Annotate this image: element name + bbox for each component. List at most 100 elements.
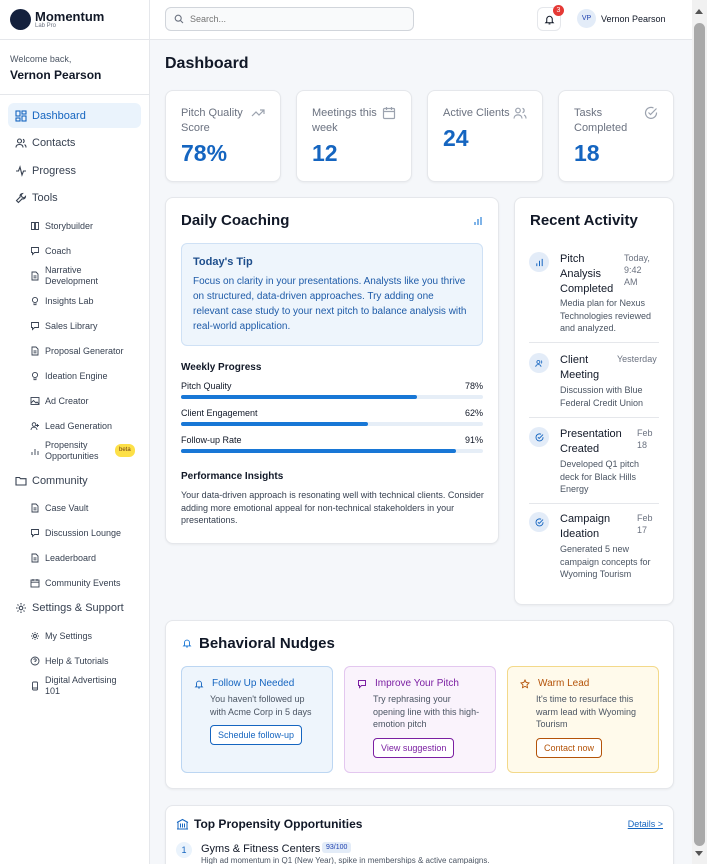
sidebar-item-ideation-engine[interactable]: Ideation Engine [30, 363, 149, 388]
sidebar-item-lead-generation[interactable]: Lead Generation [30, 413, 149, 438]
sub-item-label: Help & Tutorials [45, 655, 109, 666]
activity-desc: Discussion with Blue Federal Credit Unio… [560, 385, 644, 408]
activity-icon-wrap [529, 427, 549, 447]
logo[interactable]: Momentum Lab Pro [0, 0, 149, 40]
details-link[interactable]: Details > [628, 819, 663, 829]
recent-activity-card: Recent Activity Pitch Analysis Completed… [514, 197, 674, 605]
activity-item[interactable]: Pitch Analysis Completed Today, 9:42 AM … [529, 252, 659, 342]
top-opportunities-title: Top Propensity Opportunities [194, 817, 363, 831]
scroll-up-arrow-icon[interactable] [695, 9, 703, 14]
message-icon [358, 679, 366, 689]
activity-desc: Generated 5 new campaign concepts for Wy… [560, 544, 651, 579]
sidebar-item-settings-support[interactable]: Settings & Support [8, 596, 141, 621]
search-box[interactable] [165, 7, 414, 31]
nudge-title: Improve Your Pitch [375, 678, 459, 689]
activity-item[interactable]: Client Meeting Yesterday Discussion with… [529, 353, 659, 413]
daily-coaching-card: Daily Coaching Today's Tip Focus on clar… [165, 197, 499, 544]
message-icon [31, 246, 39, 256]
user-menu[interactable]: VP Vernon Pearson [577, 9, 666, 28]
progress-follow-up-rate: Follow-up Rate 91% [181, 435, 483, 453]
view-suggestion-button[interactable]: View suggestion [373, 737, 455, 758]
sidebar-item-dashboard[interactable]: Dashboard [8, 103, 141, 128]
recent-activity-title: Recent Activity [530, 212, 638, 229]
stat-label: Tasks Completed [574, 107, 628, 134]
logo-mark [10, 9, 31, 30]
weekly-progress-title: Weekly Progress [181, 362, 262, 373]
bar-chart-icon [474, 217, 482, 225]
activity-desc: Media plan for Nexus Technologies review… [560, 298, 652, 333]
progress-client-engagement: Client Engagement 62% [181, 408, 483, 426]
sub-item-label: Proposal Generator [45, 345, 124, 356]
activity-item[interactable]: Campaign Ideation Feb 17 Generated 5 new… [529, 512, 659, 582]
sidebar-item-digital-advertising[interactable]: Digital Advertising 101 [30, 673, 149, 698]
scrollbar[interactable] [692, 0, 707, 864]
welcome-user-name: Vernon Pearson [10, 68, 102, 82]
progress-track [181, 422, 483, 426]
opportunity-name[interactable]: Gyms & Fitness Centers [201, 843, 320, 855]
sidebar-item-community-events[interactable]: Community Events [30, 571, 149, 596]
welcome-greeting: Welcome back, [10, 54, 72, 64]
contact-now-button[interactable]: Contact now [536, 737, 603, 758]
opportunity-desc: High ad momentum in Q1 (New Year), spike… [201, 856, 490, 864]
dashboard-icon [15, 109, 27, 122]
progress-value: 78% [464, 381, 483, 391]
sidebar-item-coach[interactable]: Coach [30, 238, 149, 263]
stat-value: 78% [181, 140, 228, 166]
help-icon [30, 656, 40, 665]
sidebar-item-help-tutorials[interactable]: Help & Tutorials [30, 648, 149, 673]
app-name: Momentum [35, 8, 105, 24]
sub-item-label: Discussion Lounge [45, 528, 122, 538]
performance-insights-title: Performance Insights [181, 471, 284, 482]
sidebar-item-insights-lab[interactable]: Insights Lab [30, 288, 149, 313]
calendar-icon [382, 107, 396, 120]
scroll-down-arrow-icon[interactable] [695, 851, 703, 856]
nudge-follow-up: Follow Up Needed You haven't followed up… [181, 666, 333, 773]
check-circle-icon [535, 432, 543, 441]
sidebar-item-sales-library[interactable]: Sales Library [30, 313, 149, 338]
divider [529, 417, 659, 418]
sidebar-item-discussion-lounge[interactable]: Discussion Lounge [30, 521, 149, 546]
activity-title: Campaign Ideation [560, 513, 611, 540]
sub-item-label: Community Events [45, 578, 121, 588]
document-icon [31, 271, 39, 280]
stat-card-active-clients: Active Clients 24 [427, 90, 543, 182]
sidebar-item-storybuilder[interactable]: Storybuilder [30, 213, 149, 238]
sidebar-item-leaderboard[interactable]: Leaderboard [30, 546, 149, 571]
lightbulb-icon [31, 296, 39, 305]
sidebar-item-case-vault[interactable]: Case Vault [30, 496, 149, 521]
sidebar-item-tools[interactable]: Tools [8, 186, 141, 211]
stat-value: 18 [574, 140, 600, 166]
tip-text: Focus on clarity in your presentations. … [193, 276, 467, 332]
sidebar-item-label: Community [32, 474, 88, 487]
sub-item-label: My Settings [45, 630, 93, 641]
sidebar-item-ad-creator[interactable]: Ad Creator [30, 388, 149, 413]
nudge-warm-lead: Warm Lead It's time to resurface this wa… [507, 666, 659, 773]
activity-icon-wrap [529, 512, 549, 532]
stat-card-tasks-completed: Tasks Completed 18 [558, 90, 674, 182]
sidebar-item-progress[interactable]: Progress [8, 158, 141, 183]
search-input[interactable] [190, 14, 390, 24]
activity-icon-wrap [529, 252, 549, 272]
sub-item-label: Storybuilder [45, 220, 94, 231]
notifications-button[interactable]: 3 [537, 5, 564, 31]
sidebar-item-my-settings[interactable]: My Settings [30, 623, 149, 648]
sidebar-item-proposal-generator[interactable]: Proposal Generator [30, 338, 149, 363]
sidebar-item-narrative-development[interactable]: Narrative Development [30, 263, 149, 288]
user-name: Vernon Pearson [601, 13, 666, 24]
schedule-follow-up-button[interactable]: Schedule follow-up [210, 725, 303, 745]
activity-time: Today, 9:42 AM [624, 253, 650, 287]
sub-item-label: Ad Creator [45, 395, 89, 406]
activity-title: Presentation Created [560, 428, 622, 455]
activity-item[interactable]: Presentation Created Feb 18 Developed Q1… [529, 427, 659, 497]
welcome-panel: Welcome back, Vernon Pearson [0, 40, 149, 95]
avatar: VP [577, 9, 596, 28]
progress-fill [181, 395, 417, 399]
scrollbar-thumb[interactable] [694, 23, 705, 846]
wrench-icon [15, 192, 27, 204]
beta-badge: beta [115, 444, 135, 457]
sidebar-item-propensity-opportunities[interactable]: Propensity Opportunities beta [30, 438, 149, 463]
sidebar-item-community[interactable]: Community [8, 468, 141, 493]
gear-icon [16, 603, 26, 613]
users-icon [15, 138, 27, 148]
sidebar-item-contacts[interactable]: Contacts [8, 131, 141, 156]
